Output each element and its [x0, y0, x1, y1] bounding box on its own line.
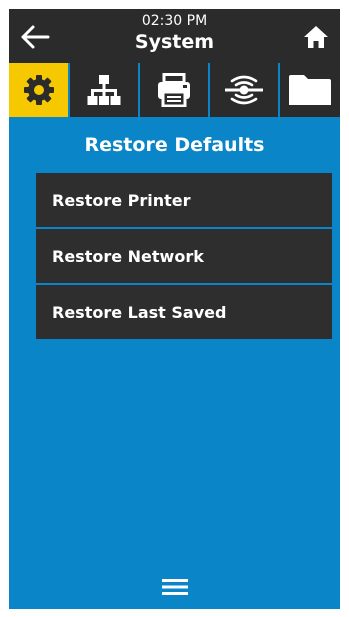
gear-icon: [23, 75, 54, 105]
tab-settings[interactable]: [9, 63, 68, 117]
header-bar: 02:30 PM System: [9, 9, 340, 63]
printer-icon: [158, 73, 190, 107]
menu-button[interactable]: [155, 571, 195, 603]
arrow-left-icon: [21, 25, 50, 49]
restore-last-saved-button[interactable]: Restore Last Saved: [36, 285, 332, 339]
page-title: System: [134, 31, 215, 53]
rfid-icon: [225, 75, 263, 105]
folder-icon: [289, 75, 331, 105]
header-time: 02:30 PM: [141, 13, 208, 29]
tab-print[interactable]: [138, 63, 208, 117]
restore-network-button[interactable]: Restore Network: [36, 229, 332, 283]
tab-bar: [9, 63, 340, 117]
restore-printer-button[interactable]: Restore Printer: [36, 173, 332, 227]
restore-menu: Restore Printer Restore Network Restore …: [36, 173, 332, 341]
section-title: Restore Defaults: [84, 134, 265, 156]
tab-network[interactable]: [68, 63, 138, 117]
hamburger-menu-icon: [161, 579, 188, 595]
back-button[interactable]: [15, 17, 55, 57]
header-text: 02:30 PM System: [69, 13, 280, 54]
tab-rfid[interactable]: [208, 63, 278, 117]
printer-screen: 02:30 PM System Restore Defaults Restore…: [9, 9, 340, 609]
network-icon: [87, 75, 121, 105]
home-button[interactable]: [296, 17, 336, 57]
tab-storage[interactable]: [278, 63, 340, 117]
home-icon: [304, 26, 328, 48]
